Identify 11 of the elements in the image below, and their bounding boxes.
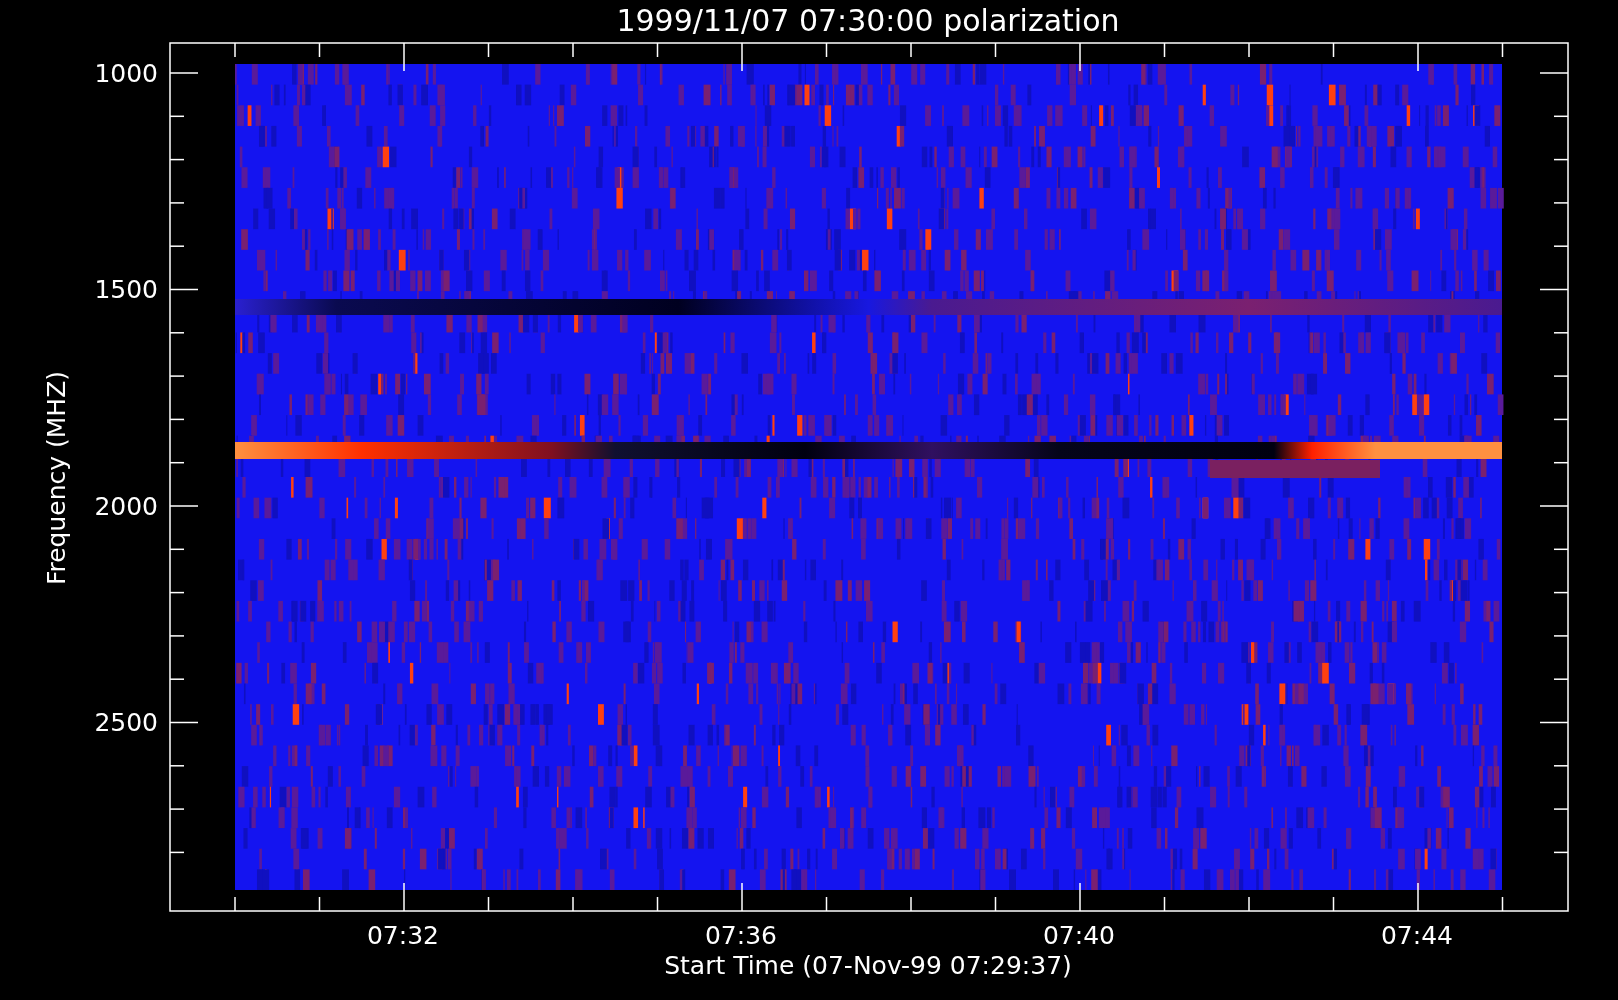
x-axis-label: Start Time (07-Nov-99 07:29:37) xyxy=(664,951,1072,980)
y-tick-label: 1000 xyxy=(94,59,158,88)
y-tick-label: 1500 xyxy=(94,275,158,305)
x-tick-label: 07:40 xyxy=(1043,921,1115,950)
x-tick-label: 07:44 xyxy=(1381,921,1453,950)
y-tick-label: 2500 xyxy=(94,707,158,737)
x-tick-label: 07:36 xyxy=(705,921,777,950)
y-tick-label: 2000 xyxy=(94,491,158,521)
x-tick-label: 07:32 xyxy=(367,921,439,950)
y-axis-label: Frequency (MHZ) xyxy=(42,370,71,586)
chart-title: 1999/11/07 07:30:00 polarization xyxy=(616,3,1120,38)
